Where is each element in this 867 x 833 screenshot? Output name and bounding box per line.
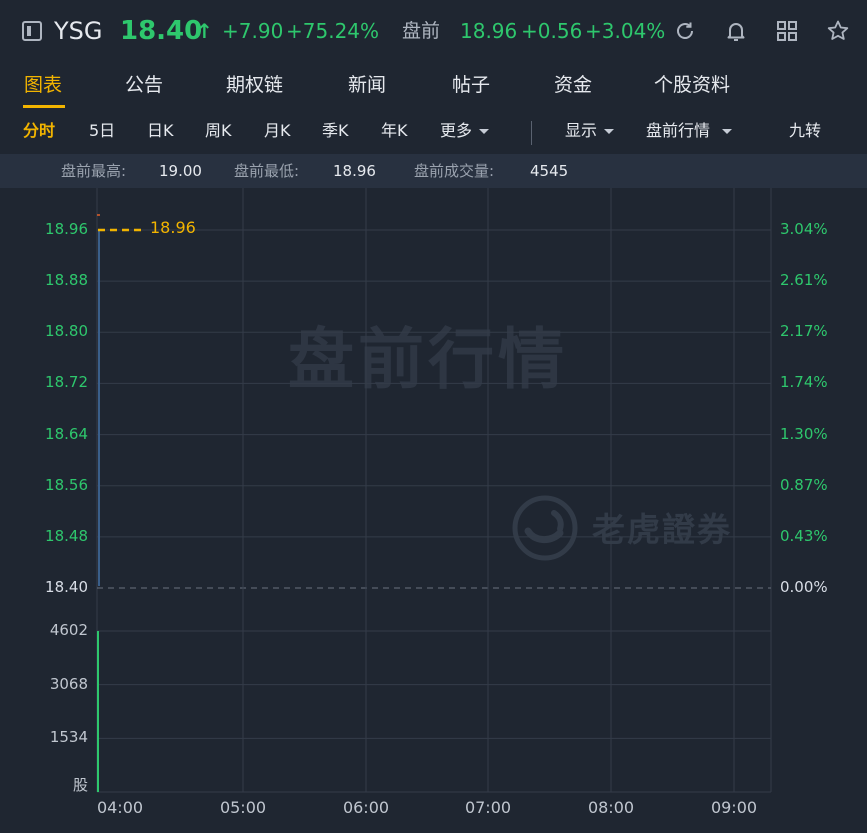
premarket-dropdown[interactable]: 盘前行情 xyxy=(646,112,733,150)
tab-chart[interactable]: 图表 xyxy=(24,62,62,108)
time-axis-label: 08:00 xyxy=(587,798,635,817)
quote-header: YSG 18.40 ↑ +7.90 +75.24% 盘前 18.96 +0.56… xyxy=(0,0,867,62)
pct-axis-label: 2.17% xyxy=(780,322,828,341)
pct-axis-label: 1.30% xyxy=(780,424,828,443)
price-axis-label: 18.64 xyxy=(45,424,88,443)
up-arrow-icon: ↑ xyxy=(196,19,213,43)
volume-axis-label: 4602 xyxy=(49,621,88,639)
sidebar-toggle-icon[interactable] xyxy=(22,21,42,41)
time-axis-label: 06:00 xyxy=(342,798,390,817)
pct-axis-label: 3.04% xyxy=(780,220,828,238)
volume-axis-label: 1534 xyxy=(49,728,88,747)
tab-company-profile[interactable]: 个股资料 xyxy=(654,62,730,108)
premarket-price-tag: 18.96 xyxy=(150,218,196,237)
volume-axis-label: 3068 xyxy=(49,674,88,693)
refresh-icon[interactable] xyxy=(672,18,698,44)
premarket-price: 18.96 xyxy=(460,19,518,43)
period-daily[interactable]: 日K xyxy=(147,112,174,150)
time-axis-label: 09:00 xyxy=(710,798,758,817)
tab-option-chain[interactable]: 期权链 xyxy=(226,62,283,108)
price-axis-label: 18.88 xyxy=(45,271,88,290)
price-axis-label: 18.80 xyxy=(45,322,88,341)
premarket-change: +0.56 xyxy=(521,19,583,43)
pct-axis-label: 0.00% xyxy=(780,578,828,596)
volume-bar xyxy=(97,631,99,792)
bell-icon[interactable] xyxy=(723,18,749,44)
active-tab-underline xyxy=(23,105,65,108)
period-monthly[interactable]: 月K xyxy=(264,112,291,150)
premarket-volume-value: 4545 xyxy=(530,162,569,180)
grid-icon[interactable] xyxy=(774,18,800,44)
tab-posts[interactable]: 帖子 xyxy=(452,62,490,108)
premarket-stats-bar: 盘前最高: 19.00 盘前最低: 18.96 盘前成交量: 4545 xyxy=(0,154,867,188)
intraday-chart[interactable]: 盘前行情 老虎證券 18.96 3.04% 18.88 2.61% 18.80 2.17%… xyxy=(0,188,867,833)
price-axis-label: 18.96 xyxy=(45,220,88,238)
tab-news[interactable]: 新闻 xyxy=(348,62,386,108)
more-dropdown[interactable]: 更多 xyxy=(440,112,490,150)
premarket-change-pct: +3.04% xyxy=(585,19,666,43)
nine-turn-toggle[interactable]: 九转 xyxy=(789,112,821,150)
premarket-low-label: 盘前最低: xyxy=(234,162,300,180)
display-dropdown[interactable]: 显示 xyxy=(565,112,615,150)
chevron-down-icon xyxy=(479,129,490,134)
pct-axis-label: 0.87% xyxy=(780,475,828,494)
price-axis-label: 18.56 xyxy=(45,475,88,494)
volume-unit-label: 股 xyxy=(72,776,88,794)
premarket-high-label: 盘前最高: xyxy=(61,162,127,180)
toolbar-divider xyxy=(531,121,532,145)
time-axis-label: 07:00 xyxy=(464,798,512,817)
main-tabs: 图表 公告 期权链 新闻 帖子 资金 个股资料 xyxy=(0,62,867,108)
premarket-high-value: 19.00 xyxy=(159,162,202,180)
pct-axis-label: 1.74% xyxy=(780,373,828,392)
chart-period-bar: 分时 5日 日K 周K 月K 季K 年K 更多 显示 盘前行情 九转 xyxy=(0,112,867,154)
time-axis-label: 04:00 xyxy=(96,798,144,817)
period-5day[interactable]: 5日 xyxy=(89,112,115,150)
pct-axis-label: 0.43% xyxy=(780,526,828,545)
premarket-volume-label: 盘前成交量: xyxy=(414,162,495,180)
price-axis-label: 18.40 xyxy=(45,578,88,596)
price-axis-label: 18.72 xyxy=(45,373,88,392)
chevron-down-icon xyxy=(604,129,615,134)
star-icon[interactable] xyxy=(825,18,851,44)
price-axis-label: 18.48 xyxy=(45,526,88,545)
tab-capital-flow[interactable]: 资金 xyxy=(554,62,592,108)
pct-axis-label: 2.61% xyxy=(780,271,828,290)
tab-announcements[interactable]: 公告 xyxy=(125,62,163,108)
premarket-dropdown-label: 盘前行情 xyxy=(646,121,711,140)
price-change-pct: +75.24% xyxy=(286,19,380,43)
more-label: 更多 xyxy=(440,121,473,140)
premarket-label: 盘前 xyxy=(402,20,441,42)
price-change: +7.90 xyxy=(222,19,284,43)
premarket-low-value: 18.96 xyxy=(333,162,376,180)
period-quarterly[interactable]: 季K xyxy=(322,112,349,150)
display-label: 显示 xyxy=(565,121,598,140)
period-intraday[interactable]: 分时 xyxy=(23,112,55,150)
time-axis-label: 05:00 xyxy=(219,798,267,817)
period-weekly[interactable]: 周K xyxy=(205,112,232,150)
ticker-symbol: YSG xyxy=(54,17,103,45)
period-yearly[interactable]: 年K xyxy=(381,112,408,150)
chevron-down-icon xyxy=(722,129,733,134)
last-price: 18.40 xyxy=(120,16,203,46)
chart-canvas xyxy=(96,188,772,793)
